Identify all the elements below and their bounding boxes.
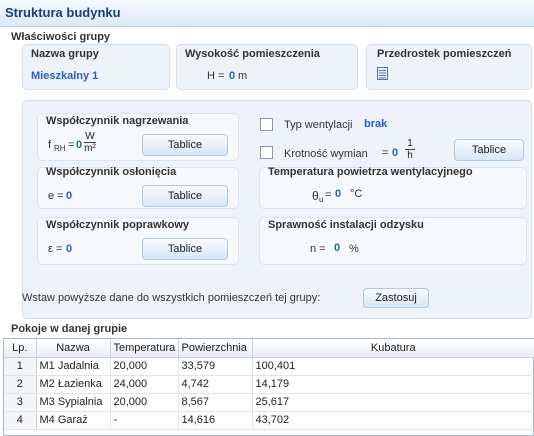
rooms-table[interactable]: Lp. Nazwa Temperatura Powierzchnia Kubat… — [3, 338, 534, 436]
column-header-area[interactable]: Powierzchnia — [178, 339, 253, 358]
room-volume: 14,179 — [252, 375, 534, 394]
vent-air-temp-label: Temperatura powietrza wentylacyjnego — [268, 166, 473, 178]
heating-coeff-unit: W m² — [84, 131, 96, 154]
list-icon[interactable] — [377, 67, 388, 80]
exchange-rate-unit-den: h — [407, 150, 413, 161]
exchange-rate-value[interactable]: 0 — [392, 147, 398, 159]
room-name: M4 Garaż — [36, 411, 111, 430]
room-temperature: 20,000 — [110, 357, 179, 376]
row-number: 2 — [4, 375, 37, 394]
room-name: M2 Łazienka — [36, 375, 111, 394]
correction-coeff-box: Współczynnik poprawkowy ε = 0 Tablice — [37, 217, 239, 265]
heating-coeff-value[interactable]: 0 — [76, 139, 82, 151]
room-height-unit: m — [238, 70, 248, 82]
vent-air-temp-unit: °C — [350, 188, 363, 200]
room-volume: 100,401 — [252, 357, 534, 376]
exchange-rate-checkbox[interactable] — [260, 146, 273, 159]
column-header-name[interactable]: Nazwa — [36, 339, 111, 358]
room-area: 14,616 — [178, 411, 253, 430]
heating-coeff-symbol: f — [48, 139, 52, 151]
recovery-efficiency-value[interactable]: 0 — [334, 242, 340, 254]
group-name-value[interactable]: Mieszkalny 1 — [31, 70, 98, 82]
recovery-efficiency-box: Sprawność instalacji odzysku n = 0 % — [259, 217, 527, 265]
exchange-rate-unit-num: 1 — [407, 138, 413, 149]
room-temperature: 20,000 — [110, 393, 179, 412]
room-prefix-panel: Przedrostek pomieszczeń — [366, 44, 532, 90]
vent-air-temp-eq: = — [325, 189, 332, 201]
heating-coeff-unit-num: W — [85, 131, 95, 142]
group-name-panel: Nazwa grupy Mieszkalny 1 — [22, 44, 170, 90]
ventilation-type-label: Typ wentylacji — [284, 119, 353, 131]
heating-coeff-unit-den: m² — [84, 143, 96, 154]
apply-description: Wstaw powyższe dane do wszystkich pomies… — [22, 292, 321, 304]
column-header-lp[interactable]: Lp. — [4, 339, 37, 358]
vent-air-temp-symbol: θ — [312, 189, 319, 203]
room-temperature: 24,000 — [110, 375, 179, 394]
title-bar: Struktura budynku — [0, 0, 534, 27]
correction-coeff-tables-button[interactable]: Tablice — [142, 238, 228, 260]
room-height-value[interactable]: 0 — [229, 70, 235, 82]
exchange-rate-tables-button[interactable]: Tablice — [454, 139, 524, 161]
vent-air-temp-subscript: u — [319, 195, 324, 204]
shielding-coeff-symbol: e = — [48, 190, 64, 202]
ventilation-type-value[interactable]: brak — [364, 118, 387, 130]
room-area: 4,742 — [178, 375, 253, 394]
recovery-efficiency-label: Sprawność instalacji odzysku — [268, 219, 424, 231]
room-height-panel: Wysokość pomieszczenia H = 0 m — [176, 44, 358, 90]
table-row[interactable]: 4 M4 Garaż - 14,616 43,702 — [4, 411, 534, 430]
heating-coeff-label: Współczynnik nagrzewania — [46, 115, 189, 127]
room-height-label: Wysokość pomieszczenia — [185, 48, 320, 60]
shielding-coeff-box: Współczynnik osłonięcia e = 0 Tablice — [37, 166, 239, 209]
column-header-temperature[interactable]: Temperatura — [110, 339, 179, 358]
shielding-coeff-tables-button[interactable]: Tablice — [142, 185, 228, 207]
correction-coeff-symbol: ε = — [48, 243, 63, 255]
room-area: 33,579 — [178, 357, 253, 376]
room-area: 8,567 — [178, 393, 253, 412]
ventilation-type-checkbox[interactable] — [260, 118, 273, 131]
column-header-volume[interactable]: Kubatura — [252, 339, 534, 358]
apply-button[interactable]: Zastosuj — [363, 288, 429, 308]
recovery-efficiency-symbol: n = — [310, 243, 326, 255]
table-row[interactable]: 3 M3 Sypialnia 20,000 8,567 25,617 — [4, 393, 534, 412]
vent-air-temp-value[interactable]: 0 — [335, 188, 341, 200]
row-number: 3 — [4, 393, 37, 412]
vent-air-temp-box: Temperatura powietrza wentylacyjnego θ u… — [259, 166, 527, 209]
window-title: Struktura budynku — [5, 5, 121, 20]
coefficients-panel: Współczynnik nagrzewania f RH = 0 W m² T… — [22, 100, 532, 319]
room-prefix-label: Przedrostek pomieszczeń — [377, 48, 512, 60]
group-name-label: Nazwa grupy — [31, 48, 99, 60]
room-height-symbol: H = — [207, 70, 225, 82]
rooms-section-title: Pokoje w danej grupie — [11, 323, 128, 335]
exchange-rate-eq: = — [382, 147, 389, 159]
room-name: M3 Sypialnia — [36, 393, 111, 412]
shielding-coeff-value[interactable]: 0 — [66, 190, 72, 202]
row-number: 4 — [4, 411, 37, 430]
room-volume: 43,702 — [252, 411, 534, 430]
heating-coeff-tables-button[interactable]: Tablice — [142, 134, 228, 156]
table-row[interactable]: 1 M1 Jadalnia 20,000 33,579 100,401 — [4, 357, 534, 376]
recovery-efficiency-unit: % — [349, 243, 359, 255]
room-name: M1 Jadalnia — [36, 357, 111, 376]
room-temperature: - — [110, 411, 179, 430]
table-row[interactable]: 2 M2 Łazienka 24,000 4,742 14,179 — [4, 375, 534, 394]
heating-coeff-eq: = — [68, 139, 75, 151]
room-volume: 25,617 — [252, 393, 534, 412]
exchange-rate-label: Krotność wymian — [284, 148, 368, 160]
table-header-row: Lp. Nazwa Temperatura Powierzchnia Kubat… — [4, 339, 534, 358]
row-number: 1 — [4, 357, 37, 376]
correction-coeff-label: Współczynnik poprawkowy — [46, 219, 190, 231]
heating-coeff-box: Współczynnik nagrzewania f RH = 0 W m² T… — [37, 113, 239, 161]
shielding-coeff-label: Współczynnik osłonięcia — [46, 166, 177, 178]
exchange-rate-unit: 1 h — [405, 138, 415, 161]
correction-coeff-value[interactable]: 0 — [66, 243, 72, 255]
heating-coeff-subscript: RH — [54, 144, 66, 153]
properties-section-title: Właściwości grupy — [11, 31, 111, 43]
